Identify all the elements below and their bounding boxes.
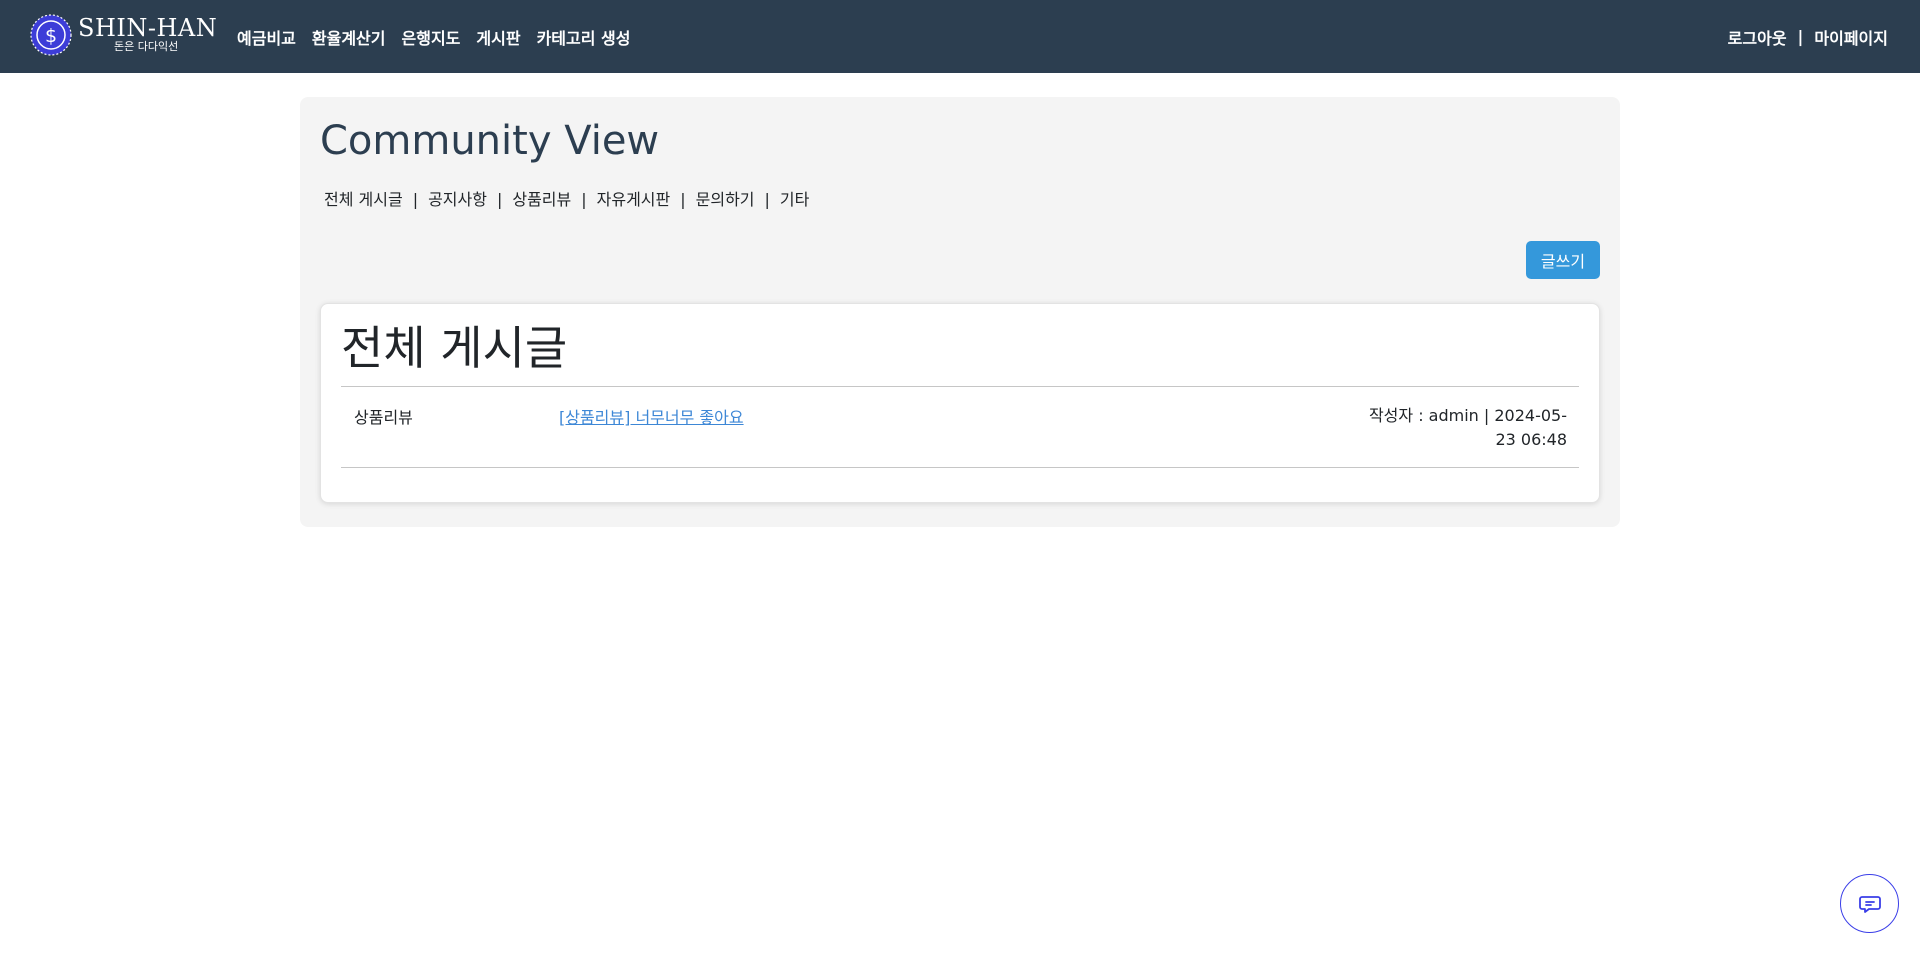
category-separator: |: [764, 190, 770, 209]
post-list-card: 전체 게시글 상품리뷰 [상품리뷰] 너무너무 좋아요 작성자 : admin …: [320, 303, 1600, 503]
category-all[interactable]: 전체 게시글: [324, 190, 403, 210]
post-meta: 작성자 : admin | 2024-05-23 06:48: [1368, 406, 1567, 449]
logout-link[interactable]: 로그아웃: [1728, 25, 1787, 49]
nav-board[interactable]: 게시판: [476, 25, 520, 49]
brand-logo[interactable]: $ SHIN-HAN 돈은 다다익선: [30, 13, 228, 57]
category-etc[interactable]: 기타: [780, 190, 809, 210]
top-navbar: $ SHIN-HAN 돈은 다다익선 예금비교 환율계산기 은행지도 게시판 카…: [0, 0, 1920, 73]
category-product-review[interactable]: 상품리뷰: [512, 190, 571, 210]
category-separator: |: [680, 190, 686, 209]
write-post-button[interactable]: 글쓰기: [1526, 241, 1600, 279]
category-notice[interactable]: 공지사항: [428, 190, 487, 210]
user-menu: 로그아웃 | 마이페이지: [1728, 0, 1888, 73]
mypage-link[interactable]: 마이페이지: [1814, 25, 1888, 49]
dollar-coin-icon: $: [30, 14, 72, 56]
category-free-board[interactable]: 자유게시판: [597, 190, 671, 210]
page-title: Community View: [320, 118, 660, 164]
svg-text:$: $: [45, 25, 57, 47]
divider: [341, 386, 1579, 387]
brand-text: SHIN-HAN 돈은 다다익선: [78, 13, 228, 57]
nav-separator: |: [1797, 27, 1804, 46]
nav-exchange-calculator[interactable]: 환율계산기: [312, 25, 386, 49]
chat-bubble-icon: [1858, 895, 1881, 913]
category-separator: |: [581, 190, 587, 209]
post-category: 상품리뷰: [354, 408, 413, 427]
divider: [341, 467, 1579, 468]
brand-subtitle: 돈은 다다익선: [114, 40, 179, 53]
post-title-link[interactable]: [상품리뷰] 너무너무 좋아요: [559, 404, 744, 428]
nav-deposit-compare[interactable]: 예금비교: [237, 25, 296, 49]
board-title: 전체 게시글: [341, 321, 568, 375]
category-inquiry[interactable]: 문의하기: [696, 190, 755, 210]
brand-title: SHIN-HAN: [78, 14, 218, 42]
community-panel: Community View 전체 게시글 | 공지사항 | 상품리뷰 | 자유…: [300, 97, 1620, 527]
chat-button[interactable]: [1840, 874, 1899, 933]
nav-bank-map[interactable]: 은행지도: [402, 25, 461, 49]
main-nav: 예금비교 환율계산기 은행지도 게시판 카테고리 생성: [237, 0, 646, 73]
category-separator: |: [496, 190, 503, 209]
category-separator: |: [412, 190, 419, 209]
nav-create-category[interactable]: 카테고리 생성: [537, 25, 631, 49]
category-nav: 전체 게시글 | 공지사항 | 상품리뷰 | 자유게시판 | 문의하기 | 기타: [324, 190, 809, 210]
